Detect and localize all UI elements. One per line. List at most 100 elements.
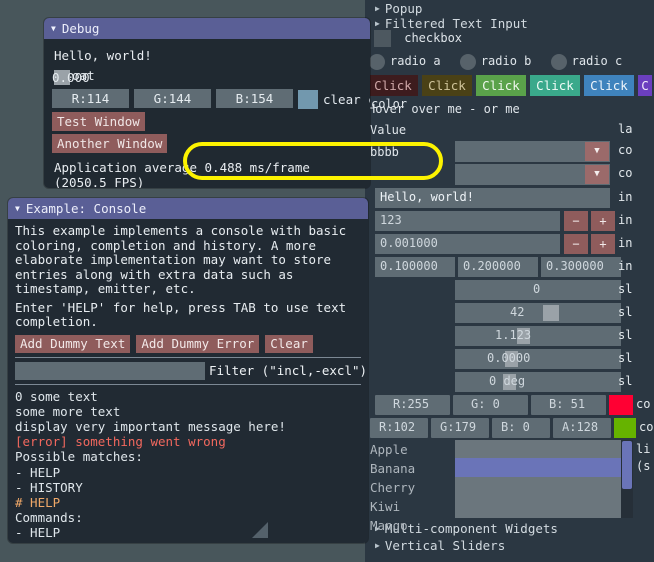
color4-swatch[interactable] [614, 418, 636, 438]
row-label-input-2: in [618, 213, 632, 227]
slider-42-value: 42 [510, 305, 524, 319]
slider-1123[interactable] [455, 326, 621, 346]
clear-color-swatch[interactable] [298, 90, 318, 109]
click-button-6[interactable]: C [638, 75, 652, 96]
combo-2-arrow-icon[interactable]: ▼ [585, 165, 609, 184]
click-button-2[interactable]: Click [422, 75, 472, 96]
console-log-line: # HELP [15, 495, 361, 510]
checkbox-row[interactable]: checkbox [374, 28, 462, 49]
list-item[interactable]: Apple [370, 440, 408, 459]
combo-1-arrow-icon[interactable]: ▼ [585, 142, 609, 161]
console-log[interactable]: 0 some textsome more textdisplay very im… [15, 389, 361, 544]
console-log-line: [error] something went wrong [15, 434, 361, 449]
row-label-listbox-2: (s [636, 459, 650, 473]
row-label-slider-3: sl [618, 328, 632, 342]
test-window-background: ▶Popup ▶Filtered Text Input checkbox rad… [365, 0, 654, 562]
color-g-button[interactable]: G:144 [134, 89, 211, 108]
color4-a-value: A:128 [562, 420, 598, 434]
resize-grip-icon[interactable] [252, 522, 268, 538]
color-r-button[interactable]: R:114 [52, 89, 129, 108]
tree-item-vertical-sliders[interactable]: ▶Vertical Sliders [375, 535, 505, 556]
input-int-123[interactable] [375, 211, 560, 231]
debug-window[interactable]: ▼Debug Hello, world! 0.000 float R:114G:… [44, 18, 370, 188]
input-int-123-value: 123 [380, 213, 402, 227]
console-button-row: Add Dummy Text Add Dummy Error Clear [15, 335, 361, 353]
bbbb-label: bbbb [370, 142, 399, 163]
color3-r-value: R:255 [393, 397, 429, 411]
click-button-row[interactable]: ClickClickClickClickClickC [368, 75, 652, 96]
slider-42-grab[interactable] [543, 305, 559, 321]
app-root: ▶Popup ▶Filtered Text Input checkbox rad… [0, 0, 654, 562]
debug-window-titlebar[interactable]: ▼ Debug [44, 18, 370, 39]
row-label-combo-1: co [618, 143, 632, 157]
slider-deg-value: 0 deg [489, 374, 525, 388]
row-label-label: la [618, 122, 632, 136]
color-b-button[interactable]: B:154 [216, 89, 293, 108]
add-dummy-text-button[interactable]: Add Dummy Text [15, 335, 130, 353]
radio-c[interactable] [551, 54, 567, 70]
collapse-arrow-icon[interactable]: ▼ [15, 198, 20, 219]
console-filter-row: Filter ("incl,-excl") ("error") [15, 362, 361, 380]
console-log-line: - HELP [15, 465, 361, 480]
add-dummy-error-button[interactable]: Add Dummy Error [136, 335, 259, 353]
console-description-1: This example implements a console with b… [15, 224, 361, 297]
test-window-button[interactable]: Test Window [52, 112, 145, 131]
text-input-hello-value: Hello, world! [380, 190, 474, 204]
console-window-body: This example implements a console with b… [8, 219, 368, 543]
debug-hello-text: Hello, world! [52, 45, 362, 65]
plus-button-2[interactable]: + [591, 234, 615, 254]
listbox[interactable] [455, 440, 621, 518]
slider-deg[interactable] [455, 372, 621, 392]
click-button-3[interactable]: Click [476, 75, 526, 96]
list-item[interactable]: Cherry [370, 478, 415, 497]
debug-window-body: Hello, world! 0.000 float R:114G:144B:15… [44, 39, 370, 188]
separator-mid [15, 384, 361, 385]
debug-color-row: R:114G:144B:154clear color [52, 89, 362, 109]
color3-swatch[interactable] [609, 395, 633, 415]
another-window-button-row: Another Window [52, 131, 362, 153]
radio-a[interactable] [369, 54, 385, 70]
checkbox[interactable] [374, 30, 391, 47]
filter-input[interactable] [15, 362, 205, 380]
click-button-4[interactable]: Click [530, 75, 580, 96]
click-button-1[interactable]: Click [368, 75, 418, 96]
minus-button-1[interactable]: − [564, 211, 588, 231]
list-item[interactable]: Banana [370, 459, 415, 478]
another-window-button[interactable]: Another Window [52, 134, 167, 153]
debug-window-title: Debug [62, 21, 100, 36]
framerate-text: Application average 0.488 ms/frame (2050… [52, 157, 362, 188]
row-label-input-4: in [618, 259, 632, 273]
console-log-line: - HISTORY [15, 480, 361, 495]
collapse-arrow-icon[interactable]: ▼ [51, 18, 56, 39]
console-window-titlebar[interactable]: ▼ Example: Console [8, 198, 368, 219]
slider-42[interactable] [455, 303, 621, 323]
row-label-slider-4: sl [618, 351, 632, 365]
list-item[interactable]: Mango [370, 516, 408, 535]
console-window[interactable]: ▼ Example: Console This example implement… [8, 198, 368, 543]
input-float3-b-value: 0.200000 [463, 259, 521, 273]
listbox-scrollbar-grab[interactable] [622, 441, 632, 489]
slider-0-value: 0 [533, 282, 540, 296]
console-window-title: Example: Console [26, 201, 146, 216]
clear-button[interactable]: Clear [265, 335, 313, 353]
slider-00000-value: 0.0000 [487, 351, 530, 365]
console-log-line: 0 some text [15, 389, 361, 404]
radio-group[interactable]: radio a radio b radio c [369, 51, 622, 72]
click-button-5[interactable]: Click [584, 75, 634, 96]
hover-text[interactable]: Hover over me - or me [368, 99, 520, 120]
listbox-scrollbar-track[interactable] [621, 440, 633, 518]
listbox-selected-row[interactable] [455, 458, 621, 477]
separator-top [15, 357, 361, 358]
list-item[interactable]: Kiwi [370, 497, 400, 516]
radio-b[interactable] [460, 54, 476, 70]
plus-button-1[interactable]: + [591, 211, 615, 231]
row-label-color-2: co [639, 420, 653, 434]
row-label-slider-2: sl [618, 305, 632, 319]
console-log-line: Possible matches: [15, 449, 361, 464]
test-window-button-row: Test Window [52, 109, 362, 131]
console-log-line: - HELP [15, 525, 361, 540]
slider-00000[interactable] [455, 349, 621, 369]
minus-button-2[interactable]: − [564, 234, 588, 254]
clear-color-label: clear color [323, 92, 370, 107]
filter-label: Filter ("incl,-excl") ("error") [209, 363, 368, 378]
